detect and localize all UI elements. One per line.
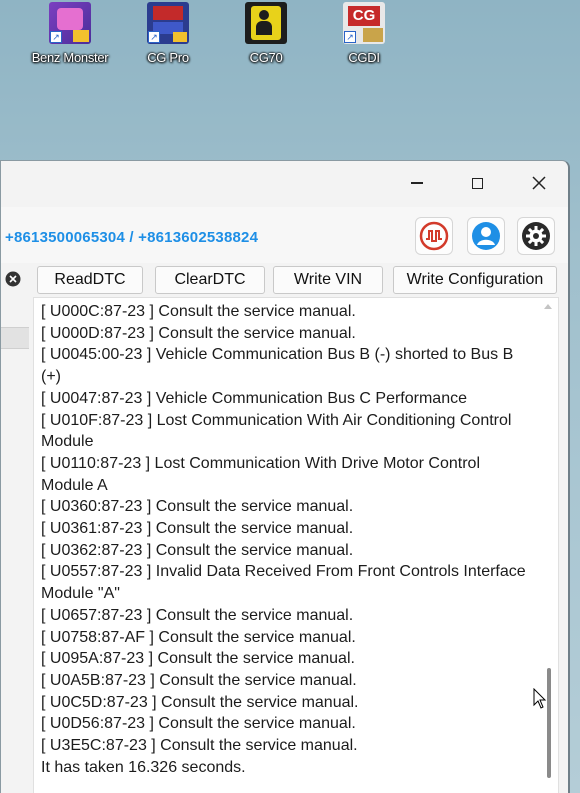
log-line: [ U0C5D:87-23 ] Consult the service manu… [41,693,359,711]
write-vin-button[interactable]: Write VIN [273,266,383,294]
mouse-pointer-icon [533,688,547,709]
desktop-icon-cgdi[interactable]: CG ↗ CGDI [316,2,412,65]
benz-monster-app-icon: ↗ [49,2,91,44]
log-line: [ U0360:87-23 ] Consult the service manu… [41,498,354,516]
close-circle-icon [5,271,21,287]
log-line: [ U0557:87-23 ] Invalid Data Received Fr… [41,563,526,603]
log-scrollbar[interactable] [540,298,558,793]
log-line: [ U0D56:87-23 ] Consult the service manu… [41,715,356,733]
app-window: +8613500065304 / +8613602538824 ReadDTC … [0,160,570,793]
log-line: [ U000D:87-23 ] Consult the service manu… [41,324,356,342]
close-tab-button[interactable] [1,267,25,291]
cg70-app-icon [245,2,287,44]
write-configuration-button[interactable]: Write Configuration [393,266,557,294]
desktop-icon-benz-monster[interactable]: ↗ Benz Monster [22,2,118,65]
read-dtc-button[interactable]: ReadDTC [37,266,143,294]
oscilloscope-button[interactable] [415,217,453,255]
log-line: [ U0045:00-23 ] Vehicle Communication Bu… [41,346,514,386]
dtc-log-lines: [ U000C:87-23 ] Consult the service manu… [41,301,536,778]
desktop-icon-label: CG70 [249,50,283,65]
clear-dtc-button[interactable]: ClearDTC [155,266,265,294]
close-icon [532,176,546,190]
scroll-thumb[interactable] [547,668,551,778]
log-line: [ U0758:87-AF ] Consult the service manu… [41,628,356,646]
minimize-icon [411,182,423,184]
log-line: [ U010F:87-23 ] Lost Communication With … [41,411,512,451]
maximize-icon [471,177,483,189]
log-line: [ U0110:87-23 ] Lost Communication With … [41,454,480,494]
desktop-icon-label: Benz Monster [31,50,109,65]
toolbar: +8613500065304 / +8613602538824 [1,207,568,263]
side-panel-header [1,327,29,349]
settings-gear-icon [522,222,550,250]
cgdi-app-icon: CG ↗ [343,2,385,44]
log-line: [ U0047:87-23 ] Vehicle Communication Bu… [41,389,467,407]
log-line: [ U0A5B:87-23 ] Consult the service manu… [41,671,357,689]
maximize-button[interactable] [457,169,497,197]
title-bar [1,161,568,207]
desktop-icon-label: CG Pro [147,50,189,65]
log-line: It has taken 16.326 seconds. [41,758,246,776]
dtc-log-panel: [ U000C:87-23 ] Consult the service manu… [33,297,559,793]
user-account-button[interactable] [467,217,505,255]
log-line: [ U3E5C:87-23 ] Consult the service manu… [41,737,358,755]
oscilloscope-icon [419,221,449,251]
log-line: [ U095A:87-23 ] Consult the service manu… [41,650,355,668]
contact-phone-numbers: +8613500065304 / +8613602538824 [5,229,259,246]
desktop-icon-label: CGDI [348,50,380,65]
desktop-icon-cg70[interactable]: CG70 [218,2,314,65]
side-panel [1,297,29,793]
log-line: [ U0657:87-23 ] Consult the service manu… [41,606,354,624]
scroll-up-arrow-icon[interactable] [544,304,552,309]
settings-button[interactable] [517,217,555,255]
desktop-icon-cg-pro[interactable]: ↗ CG Pro [120,2,216,65]
log-line: [ U000C:87-23 ] Consult the service manu… [41,303,356,320]
log-line: [ U0361:87-23 ] Consult the service manu… [41,520,354,538]
log-line: [ U0362:87-23 ] Consult the service manu… [41,541,354,559]
close-button[interactable] [519,169,559,197]
action-button-row: ReadDTC ClearDTC Write VIN Write Configu… [1,263,568,299]
minimize-button[interactable] [397,169,437,197]
cg-pro-app-icon: ↗ [147,2,189,44]
user-account-icon [472,222,500,250]
